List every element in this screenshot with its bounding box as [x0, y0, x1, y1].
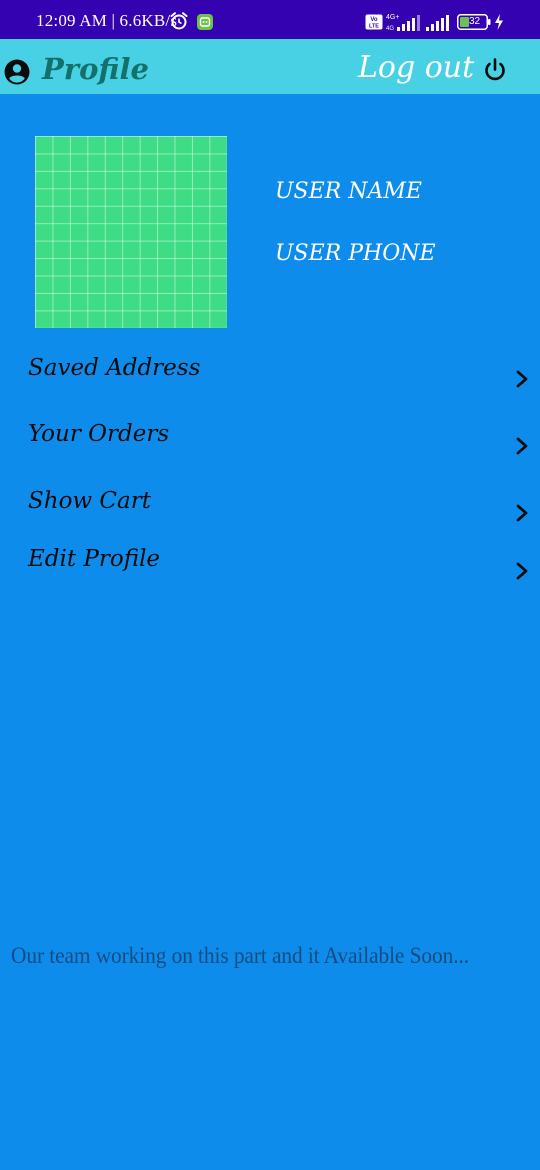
- chevron-right-icon: [516, 504, 528, 522]
- network-speed: 6.6KB/s: [119, 11, 178, 30]
- alarm-icon: [170, 12, 188, 30]
- battery-level: 32: [469, 16, 481, 27]
- logout-button[interactable]: Log out: [356, 47, 516, 89]
- chevron-right-icon: [516, 437, 528, 455]
- status-time: 12:09 AM: [36, 11, 108, 30]
- user-name: USER NAME: [275, 179, 422, 204]
- charging-icon: [495, 14, 503, 30]
- signal-4g-icon: 4G+ 4G: [386, 14, 420, 32]
- profile-image[interactable]: [35, 136, 227, 328]
- menu-item-your-orders[interactable]: Your Orders: [0, 418, 540, 476]
- app-bar: Profile Log out: [0, 39, 540, 94]
- coming-soon-notice: Our team working on this part and it Ava…: [11, 943, 469, 968]
- power-icon: [485, 58, 505, 81]
- menu-item-label: Show Cart: [28, 488, 151, 514]
- svg-text:LTE: LTE: [369, 24, 379, 30]
- signal-icon: [426, 15, 449, 31]
- menu-item-label: Edit Profile: [28, 546, 161, 572]
- account-circle-icon: [4, 59, 30, 85]
- menu-item-label: Saved Address: [28, 355, 201, 381]
- logout-label: Log out: [358, 50, 475, 85]
- svg-text:4G: 4G: [386, 26, 394, 32]
- svg-text:Vo: Vo: [370, 17, 378, 23]
- user-phone: USER PHONE: [275, 241, 436, 266]
- page-title: Profile: [42, 52, 149, 86]
- status-bar: 12:09 AM | 6.6KB/s Vo LTE 4G+ 4G 32: [0, 0, 540, 39]
- chevron-right-icon: [516, 370, 528, 388]
- app-notification-icon: [197, 14, 213, 30]
- menu-item-label: Your Orders: [28, 421, 170, 447]
- menu-item-saved-address[interactable]: Saved Address: [0, 352, 540, 410]
- svg-text:4G+: 4G+: [386, 14, 399, 21]
- menu-item-edit-profile[interactable]: Edit Profile: [0, 543, 540, 601]
- volte-icon: Vo LTE: [365, 14, 383, 30]
- menu-item-show-cart[interactable]: Show Cart: [0, 485, 540, 543]
- status-time-and-speed: 12:09 AM | 6.6KB/s: [36, 11, 178, 30]
- chevron-right-icon: [516, 562, 528, 580]
